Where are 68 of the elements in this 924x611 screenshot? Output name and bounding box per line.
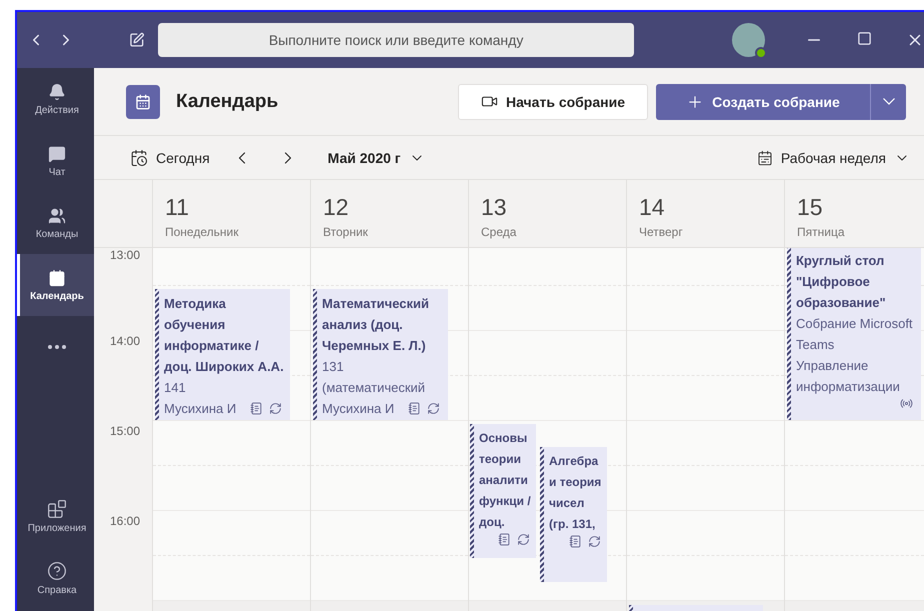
calendar-app-icon — [126, 84, 160, 118]
bell-icon — [48, 82, 66, 100]
create-options-button[interactable] — [870, 84, 906, 120]
notes-icon — [498, 533, 511, 546]
event-organizer: Мусихина И — [322, 400, 394, 418]
recurring-icon — [427, 402, 440, 415]
recurring-icon — [517, 533, 530, 546]
broadcast-icon — [900, 397, 913, 410]
apps-icon — [47, 498, 67, 518]
calendar-event[interactable]: Методика обучения информатике / доц. Широких А.А. 141 Мусихина И — [155, 289, 290, 420]
day-name: Четверг — [639, 225, 684, 239]
day-number: 14 — [639, 194, 666, 221]
time-label: 13:00 — [110, 248, 140, 262]
event-title: Методика обучения информатике / доц. Широких А.А. — [164, 295, 285, 376]
calendar-event[interactable]: Круглый стол "Цифровое образование" Собрание Microsoft Teams Управление информатизации — [787, 248, 921, 420]
time-label: 16:00 — [110, 514, 140, 528]
day-number: 12 — [323, 194, 350, 221]
calendar-icon — [48, 268, 66, 286]
more-icon — [48, 345, 66, 349]
event-detail: 131 (математический — [322, 358, 426, 397]
calendar-event[interactable]: Математический анализ (доц. Черемных Е. Л.) 131 (математический Мусихина И — [313, 289, 448, 420]
recurring-icon — [269, 402, 282, 415]
time-label: 14:00 — [110, 334, 140, 348]
month-picker[interactable]: Май 2020 г — [328, 150, 425, 166]
sidebar-item[interactable]: Действия — [17, 68, 94, 130]
page-title: Календарь — [176, 90, 280, 112]
event-title: Математический анализ (доц. Черемных Е. Л.) — [322, 295, 430, 355]
calendar-clock-icon — [130, 148, 148, 166]
day-number: 15 — [797, 194, 824, 221]
day-name: Вторник — [323, 225, 369, 239]
event-detail: Управление информатизации — [796, 357, 901, 396]
status-dot — [755, 47, 767, 59]
chat-icon — [48, 144, 66, 162]
sidebar-item[interactable]: Приложения — [17, 485, 94, 547]
calendar-event[interactable]: Основы теории аналити функци / доц. — [470, 424, 536, 558]
event-organizer: Мусихина И — [164, 400, 236, 418]
create-meeting-button[interactable]: Создать собрание — [656, 84, 870, 120]
user-avatar[interactable] — [732, 23, 765, 57]
recurring-icon — [588, 535, 601, 548]
event-title: Круглый стол "Цифровое образование" — [796, 252, 887, 312]
view-picker[interactable]: Рабочая неделя — [756, 150, 910, 166]
event-detail: 141 — [164, 379, 187, 397]
day-number: 13 — [481, 194, 508, 221]
calendar-icon — [756, 150, 773, 166]
sidebar-item[interactable]: Чат — [17, 130, 94, 192]
help-icon — [47, 560, 67, 580]
event-detail: Собрание Microsoft Teams — [796, 315, 914, 354]
calendar-event[interactable]: Алгебра и теория чисел (гр. 131, — [540, 447, 607, 582]
search-field[interactable]: Выполните поиск или введите команду — [158, 23, 634, 57]
caret-icon — [882, 98, 894, 105]
event-title: Основы теории аналити функци / доц. — [479, 430, 532, 531]
maximize-icon[interactable] — [857, 31, 872, 46]
notes-icon — [408, 402, 421, 415]
today-button[interactable]: Сегодня — [130, 148, 210, 166]
notes-icon — [250, 402, 263, 415]
teams-icon — [48, 206, 66, 224]
sidebar-item[interactable]: Календарь — [17, 254, 94, 316]
notes-icon — [569, 535, 582, 548]
time-label: 15:00 — [110, 424, 140, 438]
sidebar-item[interactable]: Справка — [17, 547, 94, 609]
event-title: Алгебра и теория чисел (гр. 131, — [549, 453, 602, 533]
day-name: Понедельник — [165, 225, 240, 239]
day-number: 11 — [165, 194, 190, 221]
compose-icon[interactable] — [128, 32, 144, 48]
start-meeting-button[interactable]: Начать собрание — [458, 84, 648, 120]
sidebar-item[interactable]: Команды — [17, 192, 94, 254]
day-name: Пятница — [797, 225, 846, 239]
day-name: Среда — [481, 225, 518, 239]
